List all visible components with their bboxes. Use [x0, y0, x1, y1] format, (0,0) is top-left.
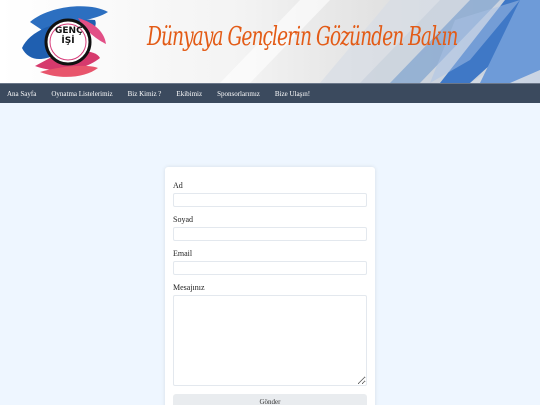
nav-item-team[interactable]: Ekibimiz	[176, 90, 202, 98]
logo-text: GENÇ İŞİ	[55, 26, 83, 46]
name-field[interactable]	[173, 193, 367, 207]
email-field[interactable]	[173, 261, 367, 275]
header-banner: GENÇ İŞİ Dünyaya Gençlerin Gözünden Bakı…	[0, 0, 540, 83]
message-label: Mesajınız	[173, 283, 205, 292]
name-label: Ad	[173, 181, 183, 190]
nav-item-playlists[interactable]: Oynatma Listelerimiz	[51, 90, 112, 98]
surname-label: Soyad	[173, 215, 193, 224]
main-nav: Ana Sayfa Oynatma Listelerimiz Biz Kimiz…	[0, 83, 540, 103]
email-label: Email	[173, 249, 193, 258]
nav-item-sponsors[interactable]: Sponsorlarımız	[217, 90, 260, 98]
message-field[interactable]	[173, 295, 367, 386]
logo-line2: İŞİ	[61, 36, 75, 46]
nav-item-about[interactable]: Biz Kimiz ?	[128, 90, 162, 98]
nav-item-contact[interactable]: Bize Ulaşın!	[275, 90, 310, 98]
surname-field[interactable]	[173, 227, 367, 241]
submit-button[interactable]: Gönder	[173, 394, 367, 405]
logo-line1: GENÇ	[55, 26, 83, 36]
nav-item-home[interactable]: Ana Sayfa	[7, 90, 36, 98]
site-slogan: Dünyaya Gençlerin Gözünden Bakın	[147, 22, 458, 52]
contact-form: Ad Soyad Email Mesajınız Gönder	[165, 167, 375, 405]
